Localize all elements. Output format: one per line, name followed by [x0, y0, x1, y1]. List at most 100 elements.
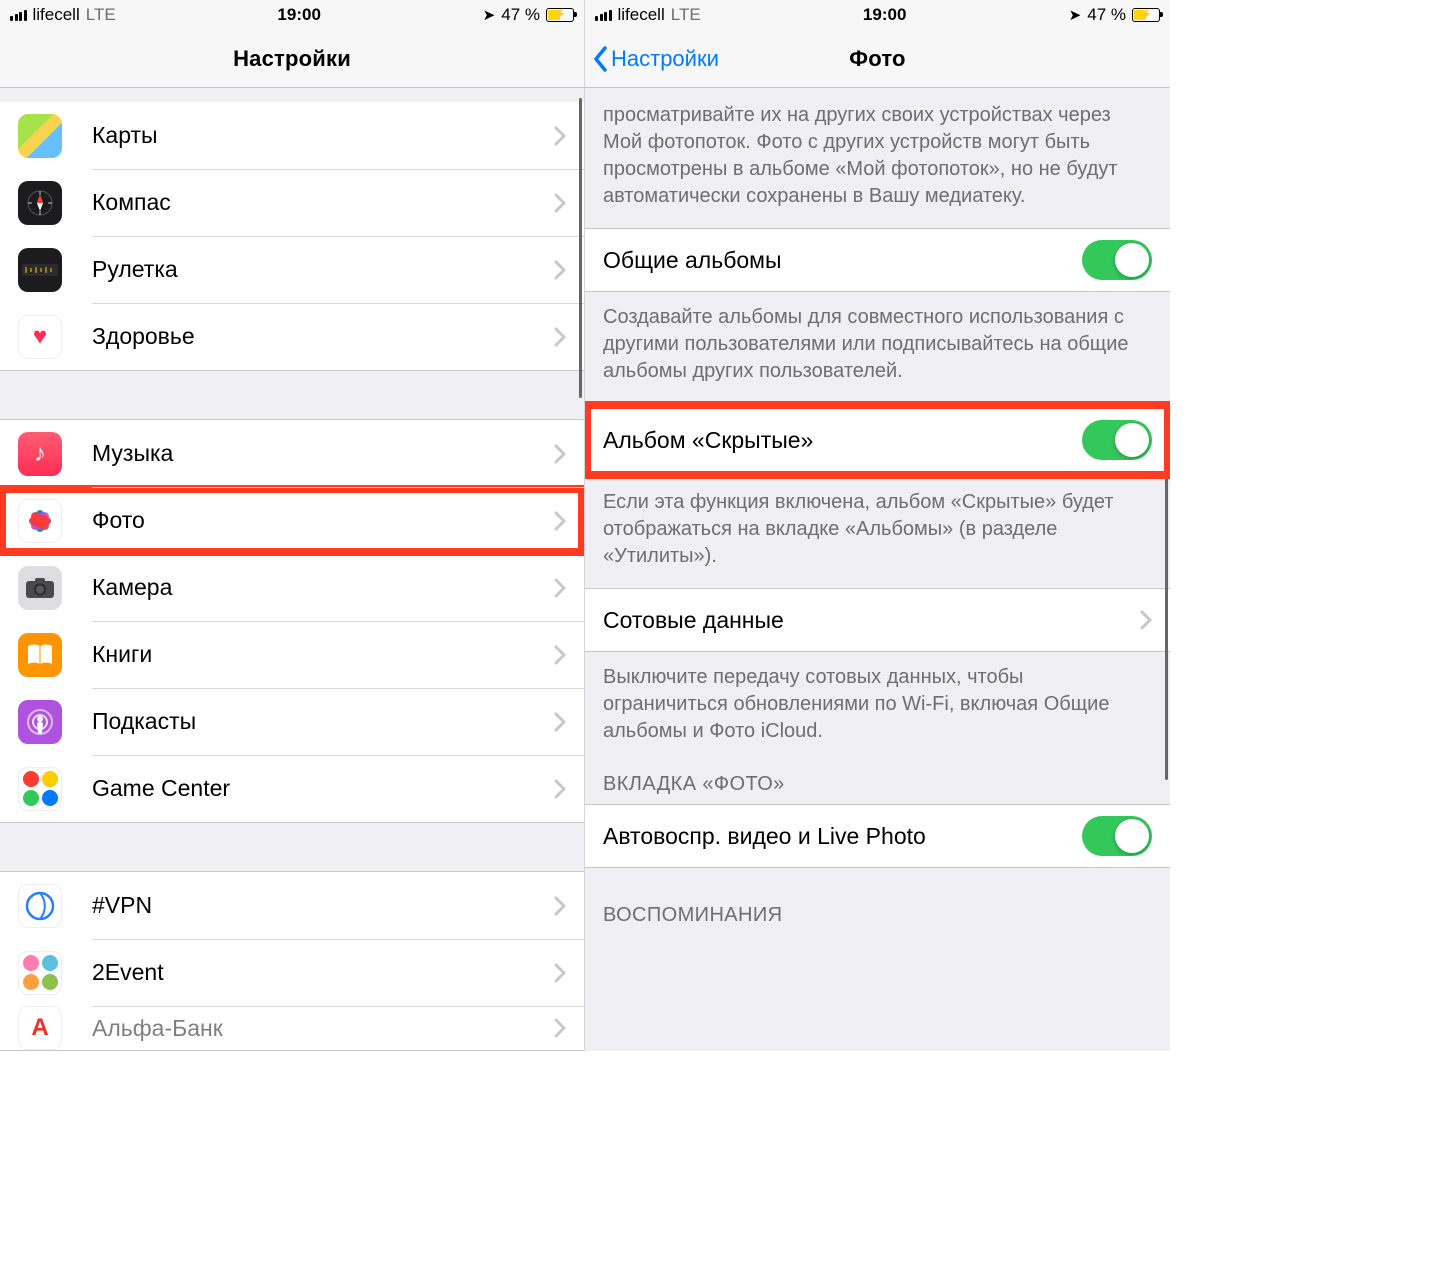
- photos-settings-screen: lifecell LTE 19:00 ➤ 47 % ⚡ Настройки Фо…: [585, 0, 1170, 1051]
- row-label: Альбом «Скрытые»: [603, 427, 1082, 454]
- cellular-group: Сотовые данные: [585, 588, 1170, 652]
- status-bar: lifecell LTE 19:00 ➤ 47 % ⚡: [0, 0, 584, 30]
- chevron-right-icon: [554, 126, 566, 146]
- chevron-right-icon: [554, 645, 566, 665]
- game-center-icon: [18, 767, 62, 811]
- nav-bar: Настройки: [0, 30, 584, 88]
- toggle-shared-albums[interactable]: [1082, 240, 1152, 280]
- row-label: Книги: [92, 641, 554, 668]
- alfa-bank-icon: A: [18, 1006, 62, 1050]
- chevron-right-icon: [554, 193, 566, 213]
- row-label: Фото: [92, 507, 554, 534]
- settings-group-2: ♪ Музыка Фото Камера Книги Подкасты: [0, 419, 584, 823]
- back-button[interactable]: Настройки: [591, 45, 719, 73]
- chevron-right-icon: [554, 260, 566, 280]
- chevron-right-icon: [1140, 610, 1152, 630]
- signal-icon: [595, 10, 612, 21]
- 2event-app-icon: [18, 951, 62, 995]
- photostream-footer: просматривайте их на других своих устрой…: [585, 88, 1170, 228]
- health-icon: ♥: [18, 315, 62, 359]
- row-autoplay[interactable]: Автовоспр. видео и Live Photo: [585, 805, 1170, 867]
- row-label: Альфа-Банк: [92, 1015, 554, 1042]
- battery-pct: 47 %: [1087, 5, 1126, 25]
- row-label: 2Event: [92, 959, 554, 986]
- row-label: Компас: [92, 189, 554, 216]
- compass-icon: [18, 181, 62, 225]
- hidden-album-footer: Если эта функция включена, альбом «Скрыт…: [585, 477, 1170, 588]
- network-label: LTE: [86, 5, 116, 25]
- carrier-label: lifecell: [618, 5, 665, 25]
- row-vpn-app[interactable]: #VPN: [0, 872, 584, 939]
- location-icon: ➤: [483, 6, 496, 24]
- toggle-hidden-album[interactable]: [1082, 420, 1152, 460]
- scrollbar[interactable]: [579, 98, 582, 398]
- settings-group-3: #VPN 2Event A Альфа-Банк: [0, 871, 584, 1051]
- row-hidden-album[interactable]: Альбом «Скрытые»: [585, 404, 1170, 476]
- page-title: Фото: [849, 46, 905, 72]
- battery-icon: ⚡: [546, 8, 574, 22]
- chevron-right-icon: [554, 1018, 566, 1038]
- row-health[interactable]: ♥ Здоровье: [0, 303, 584, 370]
- chevron-right-icon: [554, 963, 566, 983]
- row-label: Камера: [92, 574, 554, 601]
- clock: 19:00: [277, 5, 320, 25]
- chevron-right-icon: [554, 779, 566, 799]
- row-label: #VPN: [92, 892, 554, 919]
- shared-albums-footer: Создавайте альбомы для совместного испол…: [585, 292, 1170, 403]
- row-label: Здоровье: [92, 323, 554, 350]
- chevron-right-icon: [554, 327, 566, 347]
- row-game-center[interactable]: Game Center: [0, 755, 584, 822]
- toggle-autoplay[interactable]: [1082, 816, 1152, 856]
- battery-icon: ⚡: [1132, 8, 1160, 22]
- shared-albums-group: Общие альбомы: [585, 228, 1170, 292]
- clock: 19:00: [863, 5, 906, 25]
- battery-pct: 47 %: [501, 5, 540, 25]
- chevron-right-icon: [554, 578, 566, 598]
- row-shared-albums[interactable]: Общие альбомы: [585, 229, 1170, 291]
- chevron-right-icon: [554, 896, 566, 916]
- music-icon: ♪: [18, 432, 62, 476]
- books-icon: [18, 633, 62, 677]
- row-maps[interactable]: Карты: [0, 102, 584, 169]
- row-label: Сотовые данные: [603, 607, 1140, 634]
- row-music[interactable]: ♪ Музыка: [0, 420, 584, 487]
- row-label: Карты: [92, 122, 554, 149]
- hidden-album-group: Альбом «Скрытые»: [585, 403, 1170, 477]
- section-header-memories: ВОСПОМИНАНИЯ: [585, 894, 1170, 929]
- row-measure[interactable]: Рулетка: [0, 236, 584, 303]
- scrollbar[interactable]: [1165, 450, 1168, 780]
- row-cellular-data[interactable]: Сотовые данные: [585, 589, 1170, 651]
- row-label: Общие альбомы: [603, 247, 1082, 274]
- carrier-label: lifecell: [33, 5, 80, 25]
- row-photos[interactable]: Фото: [0, 487, 584, 554]
- settings-root-screen: lifecell LTE 19:00 ➤ 47 % ⚡ Настройки Ка…: [0, 0, 585, 1051]
- signal-icon: [10, 10, 27, 21]
- row-podcasts[interactable]: Подкасты: [0, 688, 584, 755]
- chevron-right-icon: [554, 444, 566, 464]
- row-camera[interactable]: Камера: [0, 554, 584, 621]
- network-label: LTE: [671, 5, 701, 25]
- cellular-footer: Выключите передачу сотовых данных, чтобы…: [585, 652, 1170, 763]
- maps-icon: [18, 114, 62, 158]
- row-books[interactable]: Книги: [0, 621, 584, 688]
- ruler-icon: [18, 248, 62, 292]
- row-label: Автовоспр. видео и Live Photo: [603, 823, 1082, 850]
- page-title: Настройки: [233, 46, 351, 72]
- chevron-right-icon: [554, 511, 566, 531]
- podcasts-icon: [18, 700, 62, 744]
- section-header-photos-tab: ВКЛАДКА «ФОТО»: [585, 763, 1170, 804]
- nav-bar: Настройки Фото: [585, 30, 1170, 88]
- chevron-right-icon: [554, 712, 566, 732]
- camera-icon: [18, 566, 62, 610]
- settings-group-1: Карты Компас Рулетка ♥ Здоровье: [0, 102, 584, 371]
- row-alfa-bank[interactable]: A Альфа-Банк: [0, 1006, 584, 1050]
- back-label: Настройки: [611, 46, 719, 72]
- photos-icon: [18, 499, 62, 543]
- row-label: Музыка: [92, 440, 554, 467]
- autoplay-group: Автовоспр. видео и Live Photo: [585, 804, 1170, 868]
- row-label: Рулетка: [92, 256, 554, 283]
- row-compass[interactable]: Компас: [0, 169, 584, 236]
- row-2event[interactable]: 2Event: [0, 939, 584, 1006]
- vpn-app-icon: [18, 884, 62, 928]
- row-label: Game Center: [92, 775, 554, 802]
